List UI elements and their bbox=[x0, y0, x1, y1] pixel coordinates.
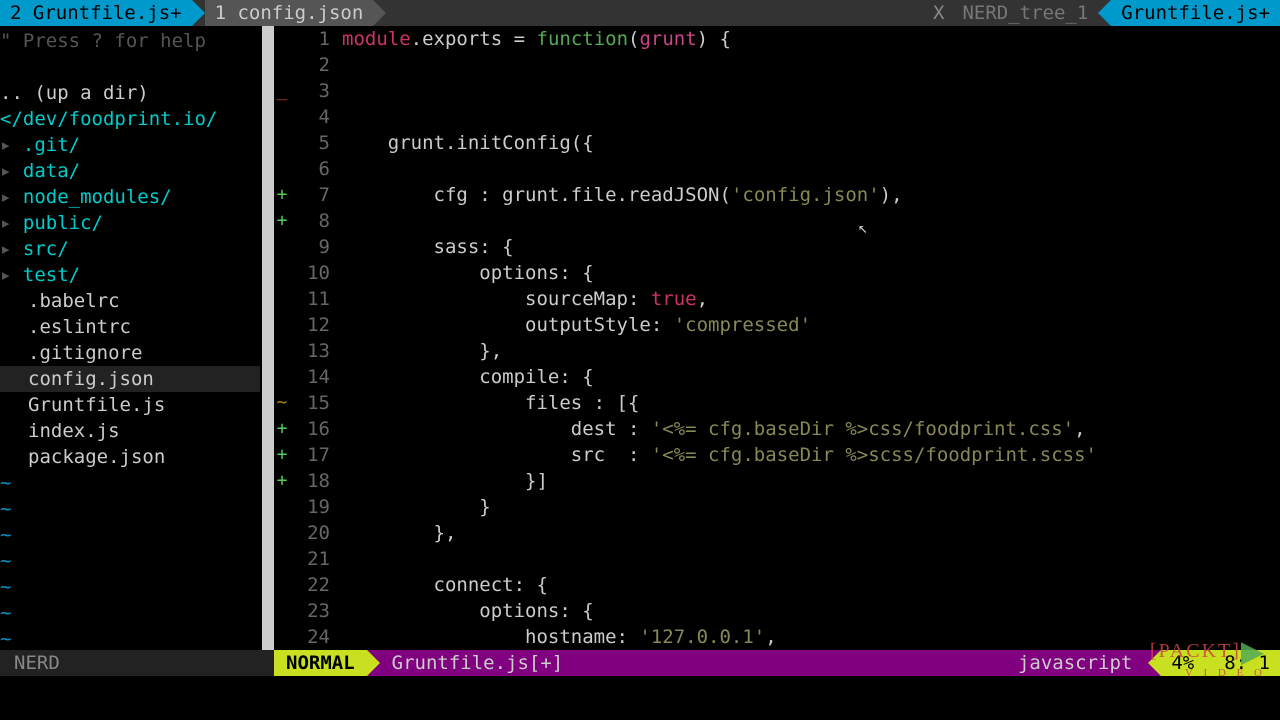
line-number-column: 123456789101112131415161718192021222324 bbox=[290, 26, 342, 650]
nerdtree-file[interactable]: config.json bbox=[0, 366, 260, 392]
nerdtree-sidebar[interactable]: " Press ? for help .. (up a dir) </dev/f… bbox=[0, 26, 260, 650]
status-filetype: javascript bbox=[1002, 650, 1148, 676]
tab-sep-arrow bbox=[192, 0, 205, 26]
code-line[interactable]: } bbox=[342, 494, 1280, 520]
nerdtree-file[interactable]: index.js bbox=[0, 418, 260, 444]
code-line[interactable]: options: { bbox=[342, 260, 1280, 286]
nerdtree-help: " Press ? for help bbox=[0, 28, 260, 54]
bottom-strip bbox=[0, 676, 1280, 720]
statusline: NERD NORMAL Gruntfile.js[+] javascript 4… bbox=[0, 650, 1280, 676]
nerdtree-updir[interactable]: .. (up a dir) bbox=[0, 80, 260, 106]
code-line[interactable]: connect: { bbox=[342, 572, 1280, 598]
code-line[interactable]: options: { bbox=[342, 598, 1280, 624]
tab-gruntfile[interactable]: 2 Gruntfile.js+ bbox=[0, 0, 192, 26]
sign-column: _ ++ ~+++ bbox=[274, 26, 290, 650]
code-line[interactable]: compile: { bbox=[342, 364, 1280, 390]
code-line[interactable]: sass: { bbox=[342, 234, 1280, 260]
nerdtree-file[interactable]: package.json bbox=[0, 444, 260, 470]
code-line[interactable]: grunt.initConfig({ bbox=[342, 130, 1280, 156]
code-area[interactable]: module.exports = function(grunt) { grunt… bbox=[342, 26, 1280, 650]
split-divider[interactable] bbox=[260, 26, 274, 650]
code-line[interactable] bbox=[342, 78, 1280, 104]
code-editor[interactable]: _ ++ ~+++ 123456789101112131415161718192… bbox=[274, 26, 1280, 650]
tab-config[interactable]: 1 config.json bbox=[205, 0, 374, 26]
code-line[interactable]: outputStyle: 'compressed' bbox=[342, 312, 1280, 338]
code-line[interactable]: }, bbox=[342, 520, 1280, 546]
code-line[interactable]: src : '<%= cfg.baseDir %>scss/foodprint.… bbox=[342, 442, 1280, 468]
nerdtree-folder[interactable]: ▸ .git/ bbox=[0, 132, 260, 158]
nerdtree-file[interactable]: .babelrc bbox=[0, 288, 260, 314]
tab-nerdtree[interactable]: NERD_tree_1 bbox=[952, 0, 1098, 26]
code-line[interactable]: }] bbox=[342, 468, 1280, 494]
nerdtree-file[interactable]: Gruntfile.js bbox=[0, 392, 260, 418]
code-line[interactable]: cfg : grunt.file.readJSON('config.json')… bbox=[342, 182, 1280, 208]
nerdtree-folder[interactable]: ▸ public/ bbox=[0, 210, 260, 236]
tab-sep-arrow bbox=[1098, 0, 1111, 26]
buffer-tabbar: 2 Gruntfile.js+ 1 config.json X NERD_tre… bbox=[0, 0, 1280, 26]
status-filename: Gruntfile.js[+] bbox=[380, 650, 1002, 676]
code-line[interactable]: hostname: '127.0.0.1', bbox=[342, 624, 1280, 650]
status-nerd: NERD bbox=[0, 650, 274, 676]
code-line[interactable]: sourceMap: true, bbox=[342, 286, 1280, 312]
nerdtree-folder[interactable]: ▸ node_modules/ bbox=[0, 184, 260, 210]
code-line[interactable] bbox=[342, 208, 1280, 234]
code-line[interactable] bbox=[342, 104, 1280, 130]
tabbar-spacer bbox=[386, 0, 925, 26]
tab-sep-arrow bbox=[373, 0, 386, 26]
code-line[interactable] bbox=[342, 546, 1280, 572]
tab-gruntfile-right[interactable]: Gruntfile.js+ bbox=[1111, 0, 1280, 26]
status-mode: NORMAL bbox=[274, 650, 367, 676]
watermark: [PACKT]▶ V I D E O bbox=[1150, 642, 1266, 682]
nerdtree-folder[interactable]: ▸ data/ bbox=[0, 158, 260, 184]
code-line[interactable]: files : [{ bbox=[342, 390, 1280, 416]
code-line[interactable]: dest : '<%= cfg.baseDir %>css/foodprint.… bbox=[342, 416, 1280, 442]
nerdtree-root[interactable]: </dev/foodprint.io/ bbox=[0, 106, 260, 132]
nerdtree-file[interactable]: .gitignore bbox=[0, 340, 260, 366]
code-line[interactable] bbox=[342, 156, 1280, 182]
nerdtree-folder[interactable]: ▸ src/ bbox=[0, 236, 260, 262]
code-line[interactable]: }, bbox=[342, 338, 1280, 364]
code-line[interactable]: module.exports = function(grunt) { bbox=[342, 26, 1280, 52]
code-line[interactable] bbox=[342, 52, 1280, 78]
mouse-cursor-icon: ↖ bbox=[858, 218, 868, 237]
nerdtree-folder[interactable]: ▸ test/ bbox=[0, 262, 260, 288]
nerdtree-file[interactable]: .eslintrc bbox=[0, 314, 260, 340]
tab-close-icon[interactable]: X bbox=[925, 0, 952, 26]
